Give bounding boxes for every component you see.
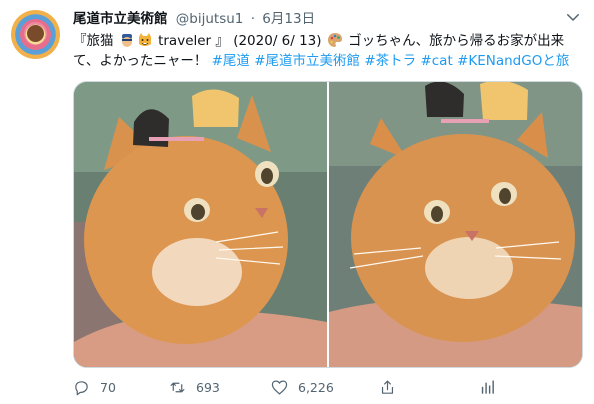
heart-icon: [271, 380, 288, 394]
artist-palette-icon: [327, 33, 342, 47]
text-open: 『旅猫: [73, 33, 114, 49]
chevron-down-icon[interactable]: [564, 8, 582, 26]
share-button[interactable]: [379, 375, 396, 399]
tweet-text: 『旅猫 traveler 』 (2020/ 6/ 13) ゴッちゃん、旅から帰る…: [73, 31, 585, 71]
tweet-media: [73, 81, 583, 368]
retweet-icon: [170, 382, 185, 392]
hashtag-cat[interactable]: #cat: [420, 53, 452, 69]
hashtag-chatora[interactable]: #茶トラ: [364, 53, 416, 69]
cat-photo-2[interactable]: [329, 82, 582, 367]
hashtag-museum[interactable]: #尾道市立美術館: [254, 53, 360, 69]
retweet-button[interactable]: 693: [169, 375, 220, 399]
separator-dot: ·: [250, 11, 255, 27]
cat-photo-1[interactable]: [74, 82, 327, 367]
author-handle[interactable]: @bijutsu1: [176, 11, 244, 27]
hashtag-onomichi[interactable]: #尾道: [212, 53, 250, 69]
reply-count: 70: [100, 379, 116, 395]
reply-button[interactable]: 70: [73, 375, 116, 399]
police-officer-icon: [121, 34, 132, 47]
author-name[interactable]: 尾道市立美術館: [73, 11, 168, 27]
avatar[interactable]: [11, 10, 60, 59]
hashtag-kenandgo[interactable]: #KENandGOと旅: [457, 53, 569, 69]
reply-icon: [75, 380, 88, 395]
share-icon: [381, 380, 394, 394]
cat-image-1: [74, 82, 327, 367]
tweet-card[interactable]: 尾道市立美術館 @bijutsu1 · 6月13日 『旅猫 traveler 』…: [0, 0, 594, 404]
retweet-count: 693: [196, 379, 220, 395]
cat-image-2: [329, 82, 582, 367]
like-button[interactable]: 6,226: [271, 375, 334, 399]
text-line2: て、よかったニャー！: [73, 53, 208, 69]
text-line1-rest: ゴッちゃん、旅から帰るお家が出来: [348, 33, 565, 49]
tweet-date[interactable]: 6月13日: [262, 11, 315, 27]
tweet-header: 尾道市立美術館 @bijutsu1 · 6月13日: [73, 9, 315, 29]
analytics-icon: [481, 379, 494, 394]
analytics-button[interactable]: [479, 375, 496, 399]
text-word: traveler 』 (2020/ 6/ 13): [158, 33, 322, 49]
like-count: 6,226: [298, 379, 334, 395]
grinning-cat-icon: [138, 33, 151, 46]
tweet-actions: 70 693 6,226: [73, 375, 583, 399]
